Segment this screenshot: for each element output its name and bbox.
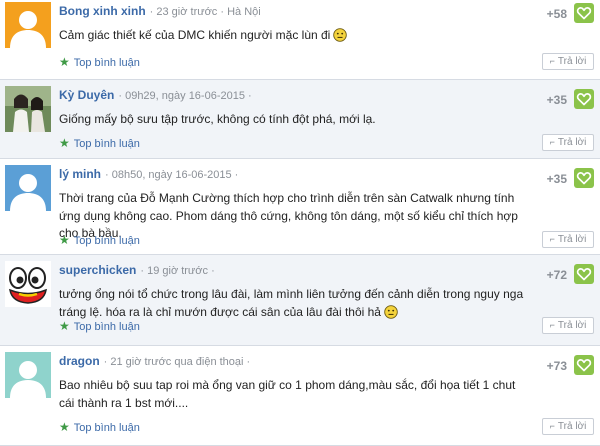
comment-body: Giống mấy bộ sưu tập trước, không có tín… bbox=[59, 112, 376, 126]
comment-item: Bong xinh xinh · 23 giờ trước · Hà Nội Cảm… bbox=[0, 0, 600, 80]
top-comment-link[interactable]: ★ Top bình luận bbox=[59, 136, 140, 150]
reply-label: Trả lời bbox=[557, 421, 587, 432]
comment-header: Bong xinh xinh · 23 giờ trước · Hà Nội bbox=[59, 4, 261, 18]
comment-item: superchicken · 19 giờ trước · tưởng ổng nó… bbox=[0, 255, 600, 346]
avatar[interactable] bbox=[5, 352, 51, 398]
reply-button[interactable]: ⌐ Trả lời bbox=[542, 134, 594, 151]
like-count: +35 bbox=[546, 93, 567, 107]
reply-button[interactable]: ⌐ Trả lời bbox=[542, 53, 594, 70]
comment-meta: · 08h50, ngày 16-06-2015 · bbox=[105, 169, 239, 181]
top-comment-link[interactable]: ★ Top bình luận bbox=[59, 420, 140, 434]
top-comment-label: Top bình luận bbox=[73, 57, 140, 69]
like-button[interactable] bbox=[574, 3, 594, 23]
comment-text: Giống mấy bộ sưu tập trước, không có tín… bbox=[59, 111, 529, 129]
like-count: +72 bbox=[546, 268, 567, 282]
top-comment-label: Top bình luận bbox=[73, 321, 140, 333]
reply-button[interactable]: ⌐ Trả lời bbox=[542, 418, 594, 435]
top-comment-label: Top bình luận bbox=[73, 422, 140, 434]
username-link[interactable]: superchicken bbox=[59, 263, 136, 277]
username-link[interactable]: dragon bbox=[59, 354, 100, 368]
top-comment-label: Top bình luận bbox=[73, 138, 140, 150]
star-icon: ★ bbox=[59, 319, 70, 333]
reply-icon: ⌐ bbox=[549, 56, 555, 66]
top-comment-label: Top bình luận bbox=[73, 235, 140, 247]
username-link[interactable]: Kỳ Duyên bbox=[59, 88, 114, 102]
star-icon: ★ bbox=[59, 136, 70, 150]
top-comment-link[interactable]: ★ Top bình luận bbox=[59, 233, 140, 247]
comment-body: Cảm giác thiết kế của DMC khiến người mặ… bbox=[59, 28, 331, 42]
comment-item: dragon · 21 giờ trước qua điện thoại · Bao… bbox=[0, 346, 600, 446]
reply-icon: ⌐ bbox=[549, 421, 555, 431]
like-button[interactable] bbox=[574, 89, 594, 109]
reply-icon: ⌐ bbox=[549, 137, 555, 147]
avatar[interactable] bbox=[5, 165, 51, 211]
heart-icon bbox=[574, 355, 594, 375]
star-icon: ★ bbox=[59, 233, 70, 247]
like-count: +35 bbox=[546, 172, 567, 186]
username-link[interactable]: Bong xinh xinh bbox=[59, 4, 146, 18]
like-button[interactable] bbox=[574, 264, 594, 284]
comment-header: superchicken · 19 giờ trước · bbox=[59, 263, 215, 277]
heart-icon bbox=[574, 168, 594, 188]
comment-text: Cảm giác thiết kế của DMC khiến người mặ… bbox=[59, 27, 529, 45]
comment-meta: · 09h29, ngày 16-06-2015 · bbox=[118, 90, 252, 102]
comment-meta: · 19 giờ trước · bbox=[140, 265, 215, 277]
reply-icon: ⌐ bbox=[549, 320, 555, 330]
neutral-face-icon bbox=[333, 28, 348, 42]
like-button[interactable] bbox=[574, 355, 594, 375]
heart-icon bbox=[574, 264, 594, 284]
comment-list: Bong xinh xinh · 23 giờ trước · Hà Nội Cảm… bbox=[0, 0, 600, 446]
reply-button[interactable]: ⌐ Trả lời bbox=[542, 317, 594, 334]
avatar[interactable] bbox=[5, 261, 51, 307]
reply-button[interactable]: ⌐ Trả lời bbox=[542, 231, 594, 248]
comment-body: tưởng ổng nói tổ chức trong lâu đài, làm… bbox=[59, 287, 524, 319]
comment-text: tưởng ổng nói tổ chức trong lâu đài, làm… bbox=[59, 286, 529, 321]
username-link[interactable]: lý minh bbox=[59, 167, 101, 181]
star-icon: ★ bbox=[59, 55, 70, 69]
comment-item: lý minh · 08h50, ngày 16-06-2015 · Thời tr… bbox=[0, 159, 600, 255]
like-button[interactable] bbox=[574, 168, 594, 188]
top-comment-link[interactable]: ★ Top bình luận bbox=[59, 55, 140, 69]
reply-label: Trả lời bbox=[557, 320, 587, 331]
comment-body: Bao nhiêu bộ suu tap roi mà ổng van giữ … bbox=[59, 378, 516, 410]
comment-item: Kỳ Duyên · 09h29, ngày 16-06-2015 · Giống … bbox=[0, 80, 600, 159]
reply-label: Trả lời bbox=[557, 234, 587, 245]
heart-icon bbox=[574, 89, 594, 109]
reply-icon: ⌐ bbox=[549, 234, 555, 244]
reply-label: Trả lời bbox=[557, 56, 587, 67]
avatar[interactable] bbox=[5, 86, 51, 132]
like-count: +73 bbox=[546, 359, 567, 373]
comment-header: lý minh · 08h50, ngày 16-06-2015 · bbox=[59, 167, 238, 181]
neutral-face-icon bbox=[384, 304, 398, 319]
comment-text: Bao nhiêu bộ suu tap roi mà ổng van giữ … bbox=[59, 377, 529, 412]
comment-meta: · 23 giờ trước · Hà Nội bbox=[149, 6, 261, 18]
comment-header: Kỳ Duyên · 09h29, ngày 16-06-2015 · bbox=[59, 88, 252, 102]
comment-header: dragon · 21 giờ trước qua điện thoại · bbox=[59, 354, 250, 368]
top-comment-link[interactable]: ★ Top bình luận bbox=[59, 319, 140, 333]
star-icon: ★ bbox=[59, 420, 70, 434]
comment-meta: · 21 giờ trước qua điện thoại · bbox=[103, 356, 251, 368]
avatar[interactable] bbox=[5, 2, 51, 48]
like-count: +58 bbox=[546, 7, 567, 21]
reply-label: Trả lời bbox=[557, 137, 587, 148]
heart-icon bbox=[574, 3, 594, 23]
